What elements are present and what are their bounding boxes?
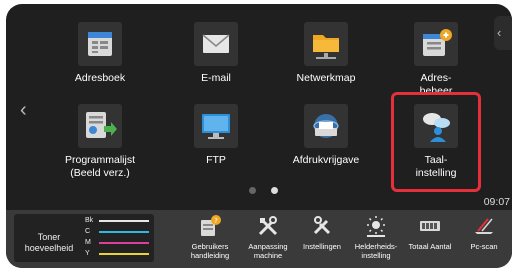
toner-bar	[99, 231, 149, 233]
brightness-icon	[367, 216, 385, 237]
toner-bar	[99, 220, 149, 222]
brightness-button[interactable]: Helderheids- instelling	[348, 212, 404, 268]
email-icon	[194, 22, 238, 66]
page-indicator-dot-1[interactable]	[249, 187, 256, 194]
toner-row-bk: Bk	[85, 216, 151, 226]
app-label: FTP	[206, 154, 226, 166]
bar-item-label: Pc-scan	[470, 242, 498, 251]
app-label: E-mail	[201, 72, 231, 84]
app-tile-email[interactable]: E-mail	[168, 22, 264, 100]
machine-adjust-button[interactable]: Aanpassing machine	[240, 212, 296, 268]
toner-bar	[99, 242, 149, 244]
selection-highlight	[391, 92, 481, 192]
page-indicator-dot-2[interactable]	[271, 187, 278, 194]
bar-item-label: Helderheids- instelling	[354, 242, 398, 260]
toner-row-m: M	[85, 238, 151, 248]
settings-button[interactable]: Instellingen	[294, 212, 350, 268]
user-manual-button[interactable]: ? Gebruikers handleiding	[182, 212, 238, 268]
network-folder-icon	[304, 22, 348, 66]
toner-bar	[99, 253, 149, 255]
bar-item-label: Gebruikers handleiding	[190, 242, 230, 260]
app-label: Netwerkmap	[296, 72, 356, 84]
program-list-icon	[78, 104, 122, 148]
previous-page-arrow[interactable]: ‹	[20, 100, 27, 120]
clock: 09:07	[483, 196, 510, 208]
toner-level-panel[interactable]: Toner hoeveelheid Bk C M Y	[14, 214, 154, 262]
address-book-icon	[78, 22, 122, 66]
address-management-icon	[414, 22, 458, 66]
user-manual-icon: ?	[201, 215, 221, 236]
total-count-button[interactable]: Totaal Aantal	[402, 212, 458, 268]
app-label: Afdrukvrijgave	[292, 154, 360, 166]
app-tile-adresboek[interactable]: Adresboek	[52, 22, 148, 100]
print-release-icon	[304, 104, 348, 148]
toner-label: C	[85, 228, 91, 235]
app-tile-netwerkmap[interactable]: Netwerkmap	[278, 22, 374, 100]
bar-item-label: Totaal Aantal	[408, 242, 452, 251]
toner-label: Bk	[85, 217, 94, 224]
settings-tools-icon	[313, 216, 331, 235]
bar-item-label: Instellingen	[303, 242, 341, 251]
toner-row-y: Y	[85, 249, 151, 259]
toner-label: Y	[85, 250, 90, 257]
app-label: Programmalijst (Beeld verz.)	[64, 154, 135, 179]
app-tile-programmalijst[interactable]: Programmalijst (Beeld verz.)	[52, 104, 148, 182]
machine-adjust-icon	[258, 216, 278, 236]
bottom-bar: Toner hoeveelheid Bk C M Y ? Gebruikers …	[6, 210, 512, 268]
touch-panel-screen: ‹ ‹ Adresboek E-mail Netwerkmap Adres- b…	[6, 4, 512, 268]
app-label: Adresboek	[74, 72, 126, 84]
app-tile-adresbeheer[interactable]: Adres- beheer	[388, 22, 484, 100]
svg-text:?: ?	[214, 217, 218, 225]
bar-item-label: Aanpassing machine	[248, 242, 288, 260]
toner-title: Toner hoeveelheid	[24, 232, 74, 253]
pc-scan-icon	[475, 218, 493, 234]
app-tile-ftp[interactable]: FTP	[168, 104, 264, 182]
pc-scan-button[interactable]: Pc-scan	[456, 212, 512, 268]
toner-row-c: C	[85, 227, 151, 237]
ftp-monitor-icon	[194, 104, 238, 148]
total-count-icon	[420, 221, 440, 231]
side-panel-handle[interactable]: ‹	[494, 16, 512, 50]
toner-label: M	[85, 239, 91, 246]
app-tile-afdrukvrijgave[interactable]: Afdrukvrijgave	[278, 104, 374, 182]
